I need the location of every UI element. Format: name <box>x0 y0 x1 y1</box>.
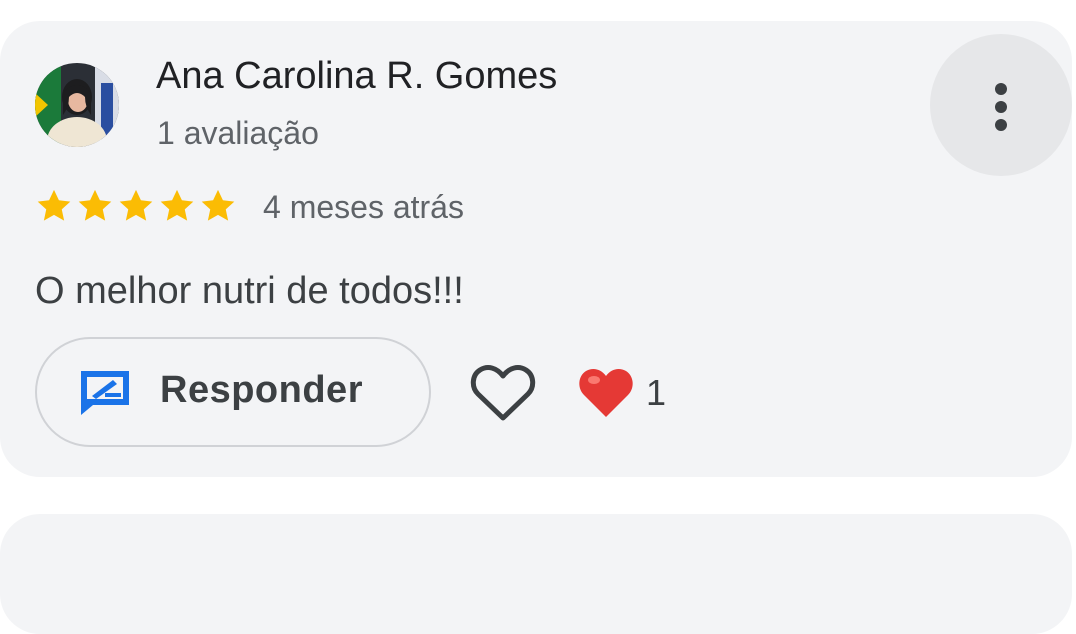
like-button[interactable] <box>470 364 540 424</box>
heart-outline-icon <box>470 365 536 421</box>
next-review-card <box>0 514 1072 634</box>
review-text: O melhor nutri de todos!!! <box>35 270 464 312</box>
star-icon <box>201 189 235 221</box>
review-card: Ana Carolina R. Gomes 1 avaliação 4 mese… <box>0 21 1072 477</box>
reply-icon <box>81 371 129 415</box>
more-vertical-icon <box>995 83 1007 131</box>
avatar[interactable] <box>35 63 119 147</box>
reply-button[interactable]: Responder <box>35 337 431 447</box>
author-name[interactable]: Ana Carolina R. Gomes <box>156 55 557 98</box>
star-rating <box>35 187 237 227</box>
star-icon <box>78 189 112 221</box>
star-icon <box>160 189 194 221</box>
author-review-count[interactable]: 1 avaliação <box>157 115 319 152</box>
more-options-button[interactable] <box>930 34 1072 176</box>
star-icon <box>119 189 153 221</box>
heart-filled-icon <box>579 368 633 417</box>
reaction-count: 1 <box>646 372 667 413</box>
star-icon <box>37 189 71 221</box>
avatar-image <box>35 63 119 147</box>
reply-button-label: Responder <box>160 369 363 411</box>
review-date: 4 meses atrás <box>263 189 464 225</box>
